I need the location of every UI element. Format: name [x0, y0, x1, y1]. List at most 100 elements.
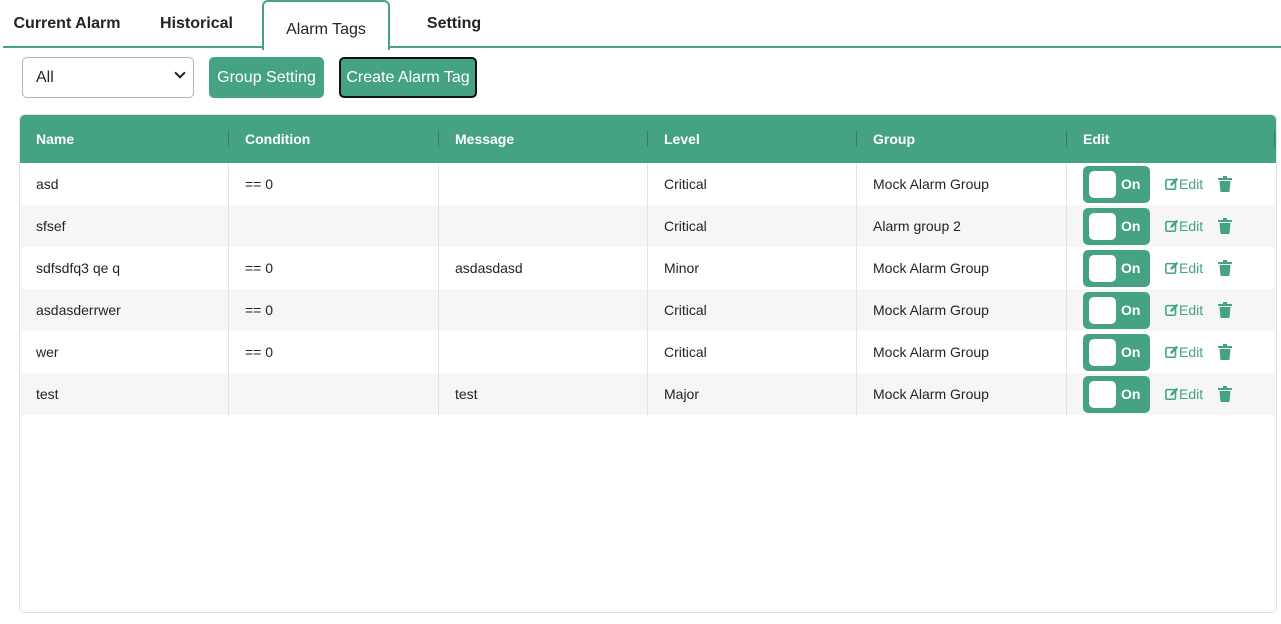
cell-level: Critical: [664, 302, 707, 318]
cell-name: asd: [36, 176, 59, 192]
toggle-label: On: [1121, 302, 1141, 318]
cell-level: Critical: [664, 344, 707, 360]
edit-label: Edit: [1179, 386, 1204, 402]
toggle-label: On: [1121, 260, 1141, 276]
table-row: wer == 0 Critical Mock Alarm Group On Ed…: [20, 331, 1276, 373]
column-divider: [856, 164, 857, 416]
cell-condition: [229, 205, 245, 247]
tab-setting[interactable]: Setting: [390, 0, 518, 48]
cell-message: [439, 163, 455, 205]
table-row: asdasderrwer == 0 Critical Mock Alarm Gr…: [20, 289, 1276, 331]
toggle-knob: [1089, 339, 1116, 366]
toggle-label: On: [1121, 218, 1141, 234]
edit-label: Edit: [1179, 176, 1204, 192]
cell-group: Mock Alarm Group: [873, 386, 989, 402]
cell-name: test: [36, 386, 59, 402]
enable-toggle[interactable]: On: [1083, 292, 1150, 329]
trash-icon[interactable]: [1218, 218, 1232, 234]
cell-level: Critical: [664, 218, 707, 234]
table-row: sdfsdfq3 qe q == 0 asdasdasd Minor Mock …: [20, 247, 1276, 289]
cell-name: asdasderrwer: [36, 302, 121, 318]
trash-icon[interactable]: [1218, 386, 1232, 402]
tab-alarm-tags[interactable]: Alarm Tags: [262, 0, 390, 50]
edit-icon: [1165, 177, 1179, 191]
toggle-knob: [1089, 255, 1116, 282]
tab-bar: Current Alarm Historical Alarm Tags Sett…: [3, 0, 1281, 50]
edit-label: Edit: [1179, 302, 1204, 318]
enable-toggle[interactable]: On: [1083, 166, 1150, 203]
edit-button[interactable]: Edit: [1165, 289, 1203, 331]
cell-group: Mock Alarm Group: [873, 260, 989, 276]
trash-icon[interactable]: [1218, 302, 1232, 318]
cell-message: [439, 205, 455, 247]
trash-icon[interactable]: [1218, 260, 1232, 276]
header-separator: [1274, 131, 1275, 147]
edit-label: Edit: [1179, 260, 1204, 276]
cell-message: [439, 289, 455, 331]
edit-button[interactable]: Edit: [1165, 205, 1203, 247]
table-row: test test Major Mock Alarm Group On Edit: [20, 373, 1276, 415]
enable-toggle[interactable]: On: [1083, 250, 1150, 287]
toggle-knob: [1089, 297, 1116, 324]
create-alarm-tag-button[interactable]: Create Alarm Tag: [339, 57, 477, 98]
cell-group: Mock Alarm Group: [873, 176, 989, 192]
cell-group: Alarm group 2: [873, 218, 961, 234]
toggle-knob: [1089, 213, 1116, 240]
edit-button[interactable]: Edit: [1165, 331, 1203, 373]
cell-group: Mock Alarm Group: [873, 344, 989, 360]
cell-message: test: [455, 386, 478, 402]
edit-button[interactable]: Edit: [1165, 373, 1203, 415]
group-filter-value: All: [36, 69, 54, 86]
trash-icon[interactable]: [1218, 176, 1232, 192]
group-filter-select[interactable]: All: [22, 57, 194, 98]
column-divider: [228, 164, 229, 416]
cell-name: wer: [36, 344, 59, 360]
cell-level: Major: [664, 386, 700, 402]
alarm-tags-table: Name Condition Message Level Group Edit …: [19, 114, 1277, 613]
edit-icon: [1165, 219, 1179, 233]
cell-condition: == 0: [245, 176, 274, 192]
column-divider: [438, 164, 439, 416]
table-header: Name Condition Message Level Group Edit: [20, 115, 1276, 163]
table-row: sfsef Critical Alarm group 2 On Edit: [20, 205, 1276, 247]
edit-icon: [1165, 303, 1179, 317]
cell-name: sfsef: [36, 218, 66, 234]
tab-current-alarm[interactable]: Current Alarm: [3, 0, 131, 48]
header-level: Level: [664, 131, 700, 147]
toggle-knob: [1089, 381, 1116, 408]
enable-toggle[interactable]: On: [1083, 334, 1150, 371]
group-setting-button[interactable]: Group Setting: [209, 57, 324, 98]
cell-condition: [229, 373, 245, 415]
chevron-down-icon: [174, 67, 186, 79]
trash-icon[interactable]: [1218, 344, 1232, 360]
column-divider: [647, 164, 648, 416]
header-condition: Condition: [245, 131, 311, 147]
cell-message: [439, 331, 455, 373]
toggle-label: On: [1121, 386, 1141, 402]
edit-label: Edit: [1179, 344, 1204, 360]
header-group: Group: [873, 131, 915, 147]
table-row: asd == 0 Critical Mock Alarm Group On Ed…: [20, 163, 1276, 205]
toggle-label: On: [1121, 176, 1141, 192]
tab-historical[interactable]: Historical: [131, 0, 262, 48]
cell-condition: == 0: [245, 302, 274, 318]
enable-toggle[interactable]: On: [1083, 208, 1150, 245]
edit-icon: [1165, 387, 1179, 401]
header-edit: Edit: [1083, 131, 1110, 147]
header-message: Message: [455, 131, 515, 147]
header-name: Name: [36, 131, 75, 147]
edit-button[interactable]: Edit: [1165, 247, 1203, 289]
cell-condition: == 0: [245, 344, 274, 360]
cell-level: Minor: [664, 260, 700, 276]
enable-toggle[interactable]: On: [1083, 376, 1150, 413]
edit-icon: [1165, 261, 1179, 275]
edit-icon: [1165, 345, 1179, 359]
toggle-label: On: [1121, 344, 1141, 360]
edit-label: Edit: [1179, 218, 1204, 234]
column-divider: [1066, 164, 1067, 416]
edit-button[interactable]: Edit: [1165, 163, 1203, 205]
cell-group: Mock Alarm Group: [873, 302, 989, 318]
toggle-knob: [1089, 171, 1116, 198]
cell-name: sdfsdfq3 qe q: [36, 260, 121, 276]
cell-condition: == 0: [245, 260, 274, 276]
